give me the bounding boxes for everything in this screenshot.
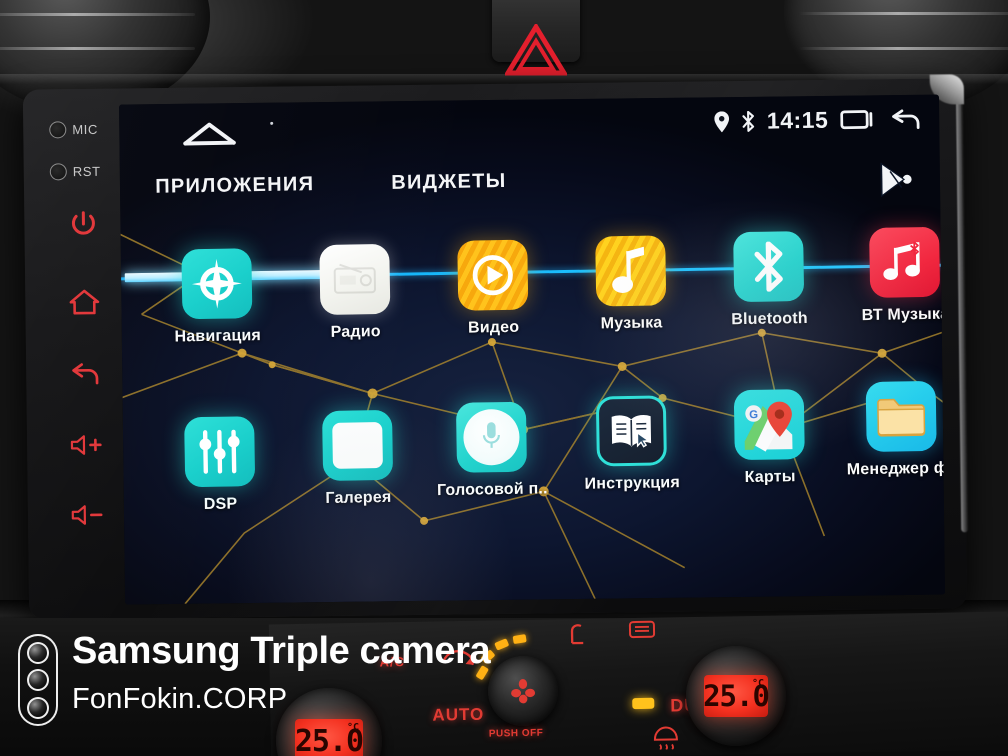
- fan-level-bar: [494, 638, 510, 651]
- google-maps-icon: G: [733, 389, 805, 461]
- back-key[interactable]: [46, 361, 124, 395]
- hazard-triangle-icon: [505, 24, 567, 76]
- app-bt-music[interactable]: ВТ Музыка: [842, 226, 945, 325]
- app-label: Навигация: [174, 327, 262, 346]
- volume-up-icon: [70, 435, 102, 455]
- bluetooth-icon: [742, 110, 754, 132]
- defrost-indicator-lamp: [632, 697, 655, 710]
- hazard-warning-button[interactable]: [492, 0, 580, 76]
- status-notification-dot: [270, 121, 274, 125]
- home-key[interactable]: [45, 287, 123, 323]
- seat-heater-icon[interactable]: [564, 621, 590, 647]
- power-key[interactable]: [44, 209, 122, 245]
- reset-key-label: RST: [72, 163, 101, 180]
- app-bluetooth[interactable]: Bluetooth: [706, 231, 832, 330]
- watermark-line-2: FonFokin.CORP: [72, 683, 288, 715]
- triple-camera-icon: [18, 634, 58, 726]
- microphone-icon: [455, 401, 528, 473]
- volume-down-icon: [71, 505, 103, 525]
- watermark-line-1: Samsung Triple camera: [72, 630, 491, 672]
- app-gallery[interactable]: Галерея: [295, 409, 421, 508]
- app-label: Радио: [330, 323, 381, 341]
- app-video[interactable]: Видео: [430, 239, 556, 338]
- microphone-hole-icon: [49, 121, 67, 139]
- home-outline-icon[interactable]: [180, 118, 238, 149]
- compass-icon: [181, 248, 253, 320]
- play-store-icon[interactable]: [875, 159, 916, 200]
- front-defrost-icon[interactable]: [651, 723, 681, 750]
- home-icon: [69, 289, 100, 315]
- right-temp-unit: °C: [751, 678, 764, 689]
- recents-icon[interactable]: [840, 106, 876, 133]
- tab-widgets[interactable]: ВИДЖЕТЫ: [391, 170, 507, 195]
- tab-bar: ПРИЛОЖЕНИЯ ВИДЖЕТЫ: [119, 162, 941, 283]
- app-label: DSP: [203, 495, 238, 514]
- app-navigation[interactable]: Навигация: [154, 248, 280, 347]
- screenshot-root: MIC RST 14:15 ПРИЛОЖЕНИЯ ВИДЖЕТЫ Навигац…: [0, 0, 1008, 756]
- app-label: Менеджер ф..: [846, 459, 946, 479]
- bluetooth-icon: [733, 231, 805, 303]
- fan-icon: [511, 679, 536, 704]
- power-icon: [71, 211, 95, 235]
- status-clock: 14:15: [766, 106, 829, 134]
- app-music[interactable]: Музыка: [568, 235, 694, 334]
- equalizer-icon: [184, 416, 256, 488]
- back-icon[interactable]: [888, 106, 922, 133]
- app-label: Голосовой п..: [436, 480, 548, 500]
- app-label: Галерея: [325, 488, 392, 507]
- left-temp-unit: °C: [346, 722, 359, 733]
- app-manual[interactable]: Инструкция: [569, 395, 695, 494]
- manual-book-icon: [595, 395, 667, 467]
- app-label: Карты: [744, 468, 796, 487]
- status-bar: 14:15: [119, 95, 939, 169]
- app-label: Музыка: [600, 314, 663, 333]
- side-key-panel: MIC RST: [43, 103, 127, 604]
- location-pin-icon: [714, 111, 729, 133]
- app-voice-assistant[interactable]: Голосовой п..: [429, 401, 555, 500]
- app-dsp[interactable]: DSP: [157, 416, 283, 515]
- push-off-label: PUSH OFF: [488, 727, 544, 740]
- back-arrow-icon: [72, 363, 99, 385]
- gallery-icon: [322, 409, 394, 482]
- svg-text:G: G: [749, 409, 758, 421]
- volume-down-key[interactable]: [48, 503, 126, 533]
- app-label: ВТ Музыка: [861, 305, 946, 325]
- bt-music-icon: [869, 226, 941, 298]
- reset-hole-icon: [49, 163, 67, 181]
- music-note-icon: [595, 235, 667, 307]
- play-circle-icon: [457, 239, 529, 311]
- radio-icon: [319, 243, 391, 316]
- reset-key[interactable]: RST: [44, 163, 122, 181]
- app-label: Инструкция: [584, 474, 681, 493]
- head-unit: MIC RST 14:15 ПРИЛОЖЕНИЯ ВИДЖЕТЫ Навигац…: [22, 74, 969, 620]
- app-grid: Навигация Радио Видео Музыка Bluetooth В…: [120, 226, 945, 605]
- fan-speed-knob[interactable]: [487, 655, 559, 727]
- auto-label[interactable]: AUTO: [432, 705, 484, 726]
- app-maps[interactable]: G Карты: [707, 389, 833, 488]
- fan-level-bar: [512, 634, 527, 645]
- mic-key[interactable]: MIC: [43, 121, 121, 139]
- right-temperature-knob[interactable]: 25.0 °C: [686, 646, 786, 746]
- app-radio[interactable]: Радио: [292, 243, 418, 342]
- app-label: Видео: [467, 318, 520, 337]
- volume-up-key[interactable]: [47, 433, 125, 463]
- app-label: Bluetooth: [731, 309, 808, 329]
- tab-applications[interactable]: ПРИЛОЖЕНИЯ: [155, 173, 314, 199]
- android-screen[interactable]: 14:15 ПРИЛОЖЕНИЯ ВИДЖЕТЫ Навигация Радио…: [118, 94, 946, 605]
- rear-defrost-icon[interactable]: [626, 618, 658, 643]
- mic-key-label: MIC: [72, 121, 99, 138]
- folder-icon: [865, 380, 937, 453]
- app-file-manager[interactable]: Менеджер ф..: [839, 380, 945, 479]
